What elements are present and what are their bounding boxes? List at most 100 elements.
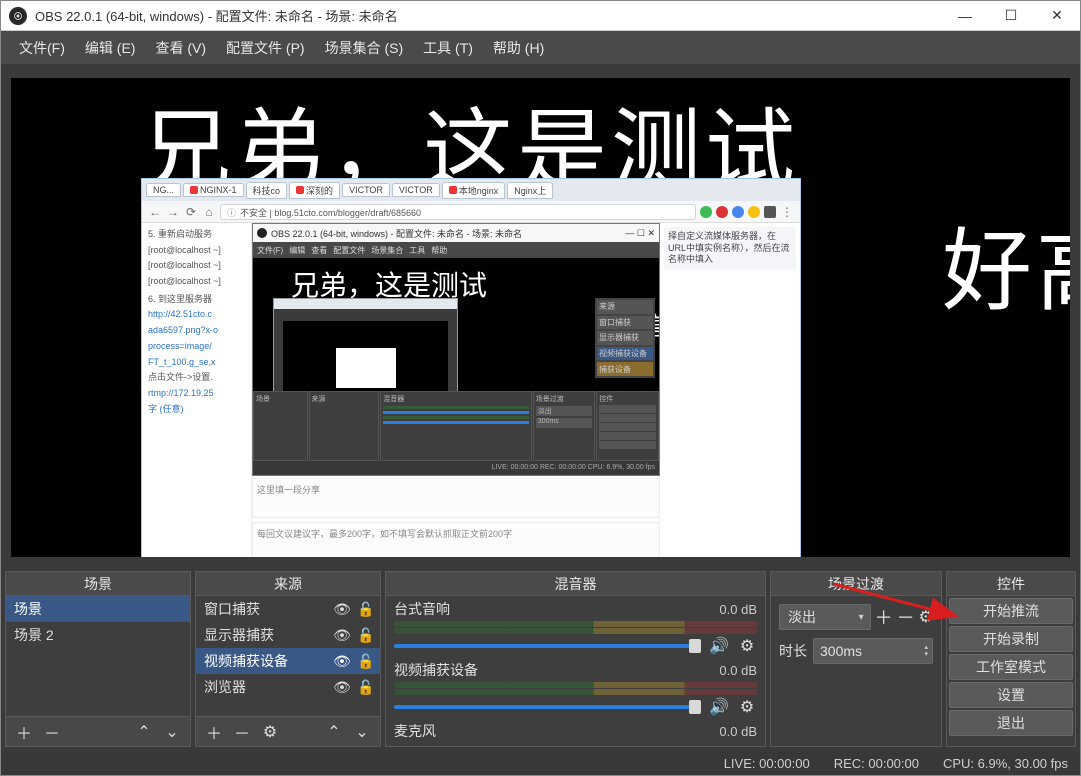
- scenes-list[interactable]: 场景 场景 2: [6, 596, 190, 716]
- browser-tab: VICTOR: [392, 183, 440, 197]
- blog-editor-left: 5. 重新启动服务 [root@localhost ~] [root@local…: [142, 223, 252, 557]
- menu-help[interactable]: 帮助 (H): [483, 33, 554, 63]
- mixer-source-name: 视频捕获设备: [394, 660, 719, 680]
- blog-right-hint: 择自定义流媒体服务器，在URL中填实例名称），然后在流名称中填入: [660, 223, 800, 557]
- scenes-dock: 场景 场景 场景 2 ＋ － ⌃ ⌄: [5, 571, 191, 747]
- gear-icon[interactable]: ⚙: [737, 697, 757, 717]
- preview-canvas[interactable]: 兄弟，这是测试 好高 NG... NGINX-1 科技co 深刻的 VICTOR…: [11, 78, 1070, 557]
- blog-summary-1: 这里填一段分享: [252, 478, 660, 518]
- status-rec: REC: 00:00:00: [834, 756, 919, 771]
- settings-button[interactable]: 设置: [949, 682, 1073, 708]
- home-icon: ⌂: [202, 205, 216, 219]
- source-item[interactable]: 显示器捕获👁🔓: [196, 622, 380, 648]
- start-record-button[interactable]: 开始录制: [949, 626, 1073, 652]
- source-item[interactable]: 浏览器👁🔓: [196, 674, 380, 700]
- source-props-icon[interactable]: ⚙: [258, 721, 282, 743]
- sources-list[interactable]: 窗口捕获👁🔓 显示器捕获👁🔓 视频捕获设备👁🔓 浏览器👁🔓: [196, 596, 380, 716]
- close-button[interactable]: ✕: [1034, 1, 1080, 30]
- menu-file[interactable]: 文件(F): [9, 33, 75, 63]
- mixer-db: 0.0 dB: [719, 663, 757, 678]
- remove-source-icon[interactable]: －: [230, 721, 254, 743]
- scenes-toolbar: ＋ － ⌃ ⌄: [6, 716, 190, 746]
- app-window: OBS 22.0.1 (64-bit, windows) - 配置文件: 未命名…: [0, 0, 1081, 776]
- controls-header: 控件: [947, 572, 1075, 596]
- visibility-icon[interactable]: 👁: [332, 601, 352, 618]
- menu-tools[interactable]: 工具 (T): [413, 33, 483, 63]
- scene-up-icon[interactable]: ⌃: [132, 721, 156, 743]
- volume-slider[interactable]: [394, 644, 701, 648]
- controls-dock: 控件 开始推流 开始录制 工作室模式 设置 退出: [946, 571, 1076, 747]
- add-source-icon[interactable]: ＋: [202, 721, 226, 743]
- lock-icon[interactable]: 🔓: [356, 679, 376, 696]
- start-stream-button[interactable]: 开始推流: [949, 598, 1073, 624]
- menu-icon: ⋮: [780, 205, 794, 219]
- overlay-text-2: 好高: [942, 198, 1070, 328]
- browser-tab: NG...: [146, 183, 181, 197]
- sources-toolbar: ＋ － ⚙ ⌃ ⌄: [196, 716, 380, 746]
- url-field: ⓘ不安全 | blog.51cto.com/blogger/draft/6856…: [220, 204, 696, 220]
- browser-tab: NGINX-1: [183, 183, 244, 197]
- visibility-icon[interactable]: 👁: [332, 627, 352, 644]
- minimize-button[interactable]: —: [942, 1, 988, 30]
- level-meter: [394, 621, 757, 627]
- lock-icon[interactable]: 🔓: [356, 627, 376, 644]
- blog-summary-2: 每回文议建议字，最多200字，如不填写会默认抓取正文前200字: [252, 522, 660, 557]
- source-down-icon[interactable]: ⌄: [350, 721, 374, 743]
- remove-scene-icon[interactable]: －: [40, 721, 64, 743]
- status-bar: LIVE: 00:00:00 REC: 00:00:00 CPU: 6.9%, …: [1, 751, 1080, 775]
- window-title: OBS 22.0.1 (64-bit, windows) - 配置文件: 未命名…: [35, 6, 942, 25]
- browser-tab: VICTOR: [342, 183, 390, 197]
- browser-tabstrip: NG... NGINX-1 科技co 深刻的 VICTOR VICTOR 本地n…: [142, 179, 800, 201]
- menu-view[interactable]: 查看 (V): [145, 33, 216, 63]
- browser-address-bar: ← → ⟳ ⌂ ⓘ不安全 | blog.51cto.com/blogger/dr…: [142, 201, 800, 223]
- browser-tab: 科技co: [246, 182, 288, 199]
- maximize-button[interactable]: ☐: [988, 1, 1034, 30]
- nested-obs-window: OBS 22.0.1 (64-bit, windows) - 配置文件: 未命名…: [252, 223, 660, 476]
- scenes-header: 场景: [6, 572, 190, 596]
- transition-select[interactable]: 淡出: [779, 604, 871, 630]
- browser-tab: 深刻的: [289, 182, 340, 199]
- ext-icon: [716, 206, 728, 218]
- menu-bar: 文件(F) 编辑 (E) 查看 (V) 配置文件 (P) 场景集合 (S) 工具…: [1, 31, 1080, 64]
- gear-icon[interactable]: ⚙: [737, 636, 757, 656]
- scene-item[interactable]: 场景: [6, 596, 190, 622]
- menu-edit[interactable]: 编辑 (E): [75, 33, 146, 63]
- mixer-dock: 混音器 台式音响0.0 dB 🔊⚙ 视频捕获设备0.0 dB 🔊⚙ 麦克风0.0…: [385, 571, 766, 747]
- speaker-icon[interactable]: 🔊: [709, 697, 729, 717]
- mixer-row: 麦克风0.0 dB: [394, 720, 757, 742]
- source-item[interactable]: 视频捕获设备👁🔓: [196, 648, 380, 674]
- add-scene-icon[interactable]: ＋: [12, 721, 36, 743]
- mixer-source-name: 麦克风: [394, 721, 719, 741]
- lock-icon[interactable]: 🔓: [356, 601, 376, 618]
- level-meter: [394, 628, 757, 634]
- studio-mode-button[interactable]: 工作室模式: [949, 654, 1073, 680]
- menu-scenes[interactable]: 场景集合 (S): [315, 33, 414, 63]
- source-up-icon[interactable]: ⌃: [322, 721, 346, 743]
- visibility-icon[interactable]: 👁: [332, 679, 352, 696]
- exit-button[interactable]: 退出: [949, 710, 1073, 736]
- scene-down-icon[interactable]: ⌄: [160, 721, 184, 743]
- preview-area: 兄弟，这是测试 好高 NG... NGINX-1 科技co 深刻的 VICTOR…: [1, 64, 1080, 571]
- ext-icon: [764, 206, 776, 218]
- duration-spinner[interactable]: 300ms: [813, 638, 933, 664]
- visibility-icon[interactable]: 👁: [332, 653, 352, 670]
- status-live: LIVE: 00:00:00: [724, 756, 810, 771]
- mixer-header: 混音器: [386, 572, 765, 596]
- status-cpu: CPU: 6.9%, 30.00 fps: [943, 756, 1068, 771]
- menu-profile[interactable]: 配置文件 (P): [216, 33, 315, 63]
- speaker-icon[interactable]: 🔊: [709, 636, 729, 656]
- back-icon: ←: [148, 205, 162, 219]
- remove-transition-icon[interactable]: －: [897, 604, 915, 630]
- volume-slider[interactable]: [394, 705, 701, 709]
- ext-icon: [732, 206, 744, 218]
- add-transition-icon[interactable]: ＋: [875, 604, 893, 630]
- docks-row: 场景 场景 场景 2 ＋ － ⌃ ⌄ 来源 窗口捕获👁🔓 显示器捕获👁🔓 视频捕…: [1, 571, 1080, 751]
- lock-icon[interactable]: 🔓: [356, 653, 376, 670]
- level-meter: [394, 689, 757, 695]
- source-item[interactable]: 窗口捕获👁🔓: [196, 596, 380, 622]
- obs-logo-icon: [9, 7, 27, 25]
- duration-label: 时长: [779, 641, 807, 661]
- scene-item[interactable]: 场景 2: [6, 622, 190, 648]
- gear-icon[interactable]: ⚙: [919, 607, 933, 627]
- nested-title: OBS 22.0.1 (64-bit, windows) - 配置文件: 未命名…: [271, 227, 522, 240]
